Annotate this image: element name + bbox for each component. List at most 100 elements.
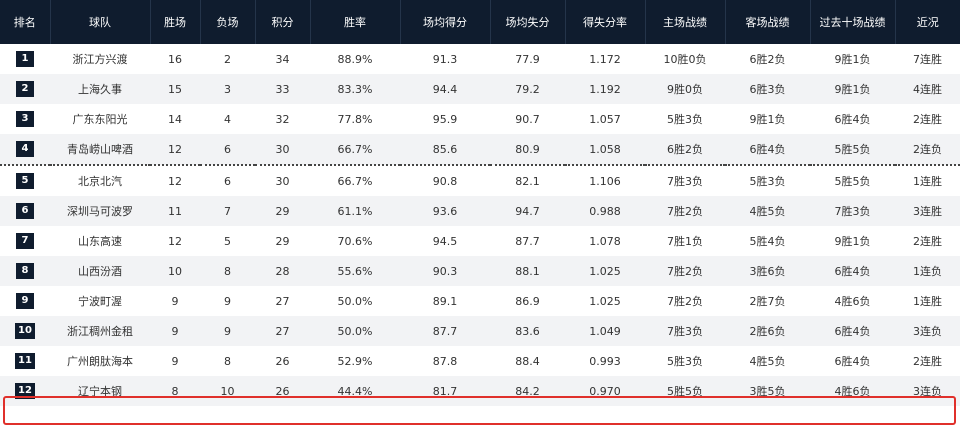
table-row[interactable]: 6 深圳马可波罗 11 7 29 61.1% 93.6 94.7 0.988 7…	[0, 196, 960, 226]
header-losses[interactable]: 负场	[200, 0, 256, 44]
streak-cell: 7连胜	[913, 53, 942, 66]
table-row[interactable]: 2 上海久事 15 3 33 83.3% 94.4 79.2 1.192 9胜0…	[0, 74, 960, 104]
header-rank[interactable]: 排名	[0, 0, 51, 44]
ppg-cell: 94.4	[400, 74, 490, 104]
wins-cell: 15	[150, 74, 200, 104]
wins-cell: 9	[171, 354, 179, 368]
table-row[interactable]: 11 广州朗肽海本 9 8 26 52.9% 87.8 88.4 0.993 5…	[0, 346, 960, 376]
opp-ppg-cell: 84.2	[490, 376, 565, 406]
opp-ppg-cell: 77.9	[515, 52, 540, 66]
win-pct-cell: 66.7%	[337, 174, 373, 188]
team-cell[interactable]: 广州朗肽海本	[50, 346, 150, 376]
last10-cell: 5胜5负	[810, 134, 895, 166]
table-row[interactable]: 7 山东高速 12 5 29 70.6% 94.5 87.7 1.078 7胜1…	[0, 226, 960, 256]
last10-cell: 7胜3负	[810, 196, 895, 226]
streak-cell: 2连胜	[913, 235, 942, 248]
rank-cell: 12	[0, 376, 50, 406]
ratio-cell: 0.988	[565, 196, 645, 226]
team-cell[interactable]: 广东东阳光	[50, 104, 150, 134]
team-cell[interactable]: 上海久事	[50, 74, 150, 104]
team-cell[interactable]: 浙江稠州金租	[50, 316, 150, 346]
last10-cell: 6胜4负	[834, 355, 871, 368]
streak-cell: 3连负	[895, 376, 960, 406]
header-wins[interactable]: 胜场	[150, 0, 201, 44]
ratio-cell: 1.106	[589, 174, 621, 188]
opp-ppg-cell: 94.7	[490, 196, 565, 226]
table-row[interactable]: 3 广东东阳光 14 4 32 77.8% 95.9 90.7 1.057 5胜…	[0, 104, 960, 134]
rank-badge: 5	[16, 173, 34, 189]
home-cell: 6胜2负	[645, 134, 725, 166]
header-opp-ppg[interactable]: 场均失分	[490, 0, 566, 44]
table-row[interactable]: 9 宁波町渥 9 9 27 50.0% 89.1 86.9 1.025 7胜2负…	[0, 286, 960, 316]
rank-badge: 7	[16, 233, 34, 249]
win-pct-cell: 50.0%	[310, 316, 400, 346]
header-ppg[interactable]: 场均得分	[400, 0, 491, 44]
rank-cell: 5	[0, 165, 50, 196]
win-pct-cell: 70.6%	[337, 234, 373, 248]
away-cell: 6胜4负	[725, 134, 810, 166]
team-cell[interactable]: 浙江方兴渡	[50, 44, 150, 74]
header-points[interactable]: 积分	[255, 0, 311, 44]
header-row: 排名 球队 胜场 负场 积分 胜率 场均得分 场均失分 得失分率 主场战绩 客场…	[0, 0, 960, 44]
win-pct-cell: 77.8%	[337, 112, 373, 126]
home-cell: 7胜1负	[667, 235, 703, 248]
rank-badge: 3	[16, 111, 34, 127]
table-row[interactable]: 1 浙江方兴渡 16 2 34 88.9% 91.3 77.9 1.172 10…	[0, 44, 960, 74]
team-cell[interactable]: 宁波町渥	[50, 286, 150, 316]
win-pct-cell: 88.9%	[337, 52, 373, 66]
losses-cell: 5	[224, 234, 231, 248]
ppg-cell: 95.9	[432, 112, 458, 126]
points-cell: 33	[255, 74, 310, 104]
streak-cell: 2连胜	[913, 113, 942, 126]
team-cell[interactable]: 青岛崂山啤酒	[50, 134, 150, 166]
table-row[interactable]: 5 北京北汽 12 6 30 66.7% 90.8 82.1 1.106 7胜3…	[0, 165, 960, 196]
team-cell[interactable]: 山西汾酒	[50, 256, 150, 286]
header-streak[interactable]: 近况	[895, 0, 960, 44]
rank-cell: 8	[0, 256, 50, 286]
away-cell: 6胜2负	[749, 53, 786, 66]
home-cell: 7胜2负	[645, 256, 725, 286]
table-row[interactable]: 4 青岛崂山啤酒 12 6 30 66.7% 85.6 80.9 1.058 6…	[0, 134, 960, 166]
home-cell: 5胜3负	[667, 355, 703, 368]
last10-cell: 4胜6负	[810, 376, 895, 406]
away-cell: 4胜5负	[749, 355, 786, 368]
win-pct-cell: 50.0%	[337, 294, 373, 308]
header-ratio[interactable]: 得失分率	[565, 0, 646, 44]
home-cell: 7胜3负	[645, 316, 725, 346]
header-win-pct[interactable]: 胜率	[310, 0, 401, 44]
standings-table: 排名 球队 胜场 负场 积分 胜率 场均得分 场均失分 得失分率 主场战绩 客场…	[0, 0, 960, 406]
header-team[interactable]: 球队	[50, 0, 151, 44]
streak-cell: 2连胜	[913, 355, 942, 368]
away-cell: 5胜3负	[749, 175, 786, 188]
rank-badge: 6	[16, 203, 34, 219]
wins-cell: 10	[150, 256, 200, 286]
header-last10[interactable]: 过去十场战绩	[810, 0, 896, 44]
table-row[interactable]: 8 山西汾酒 10 8 28 55.6% 90.3 88.1 1.025 7胜2…	[0, 256, 960, 286]
streak-cell: 1连胜	[913, 175, 942, 188]
rank-cell: 2	[0, 74, 50, 104]
streak-cell: 3连胜	[895, 196, 960, 226]
last10-cell: 4胜6负	[834, 295, 871, 308]
last10-cell: 9胜1负	[834, 53, 871, 66]
ratio-cell: 0.993	[589, 354, 621, 368]
ratio-cell: 1.025	[565, 256, 645, 286]
win-pct-cell: 52.9%	[337, 354, 373, 368]
rank-badge: 10	[15, 323, 35, 339]
team-cell[interactable]: 北京北汽	[50, 165, 150, 196]
ratio-cell: 1.058	[565, 134, 645, 166]
header-home[interactable]: 主场战绩	[645, 0, 726, 44]
team-cell[interactable]: 深圳马可波罗	[50, 196, 150, 226]
rank-cell: 3	[0, 104, 50, 134]
team-cell[interactable]: 辽宁本钢	[50, 376, 150, 406]
losses-cell: 8	[224, 354, 231, 368]
streak-cell: 1连负	[895, 256, 960, 286]
rank-badge: 9	[16, 293, 34, 309]
rank-cell: 9	[0, 286, 50, 316]
table-row[interactable]: 12 辽宁本钢 8 10 26 44.4% 81.7 84.2 0.970 5胜…	[0, 376, 960, 406]
points-cell: 32	[275, 112, 290, 126]
team-cell[interactable]: 山东高速	[50, 226, 150, 256]
table-row[interactable]: 10 浙江稠州金租 9 9 27 50.0% 87.7 83.6 1.049 7…	[0, 316, 960, 346]
ratio-cell: 1.057	[589, 112, 621, 126]
header-away[interactable]: 客场战绩	[725, 0, 811, 44]
streak-cell: 1连胜	[913, 295, 942, 308]
